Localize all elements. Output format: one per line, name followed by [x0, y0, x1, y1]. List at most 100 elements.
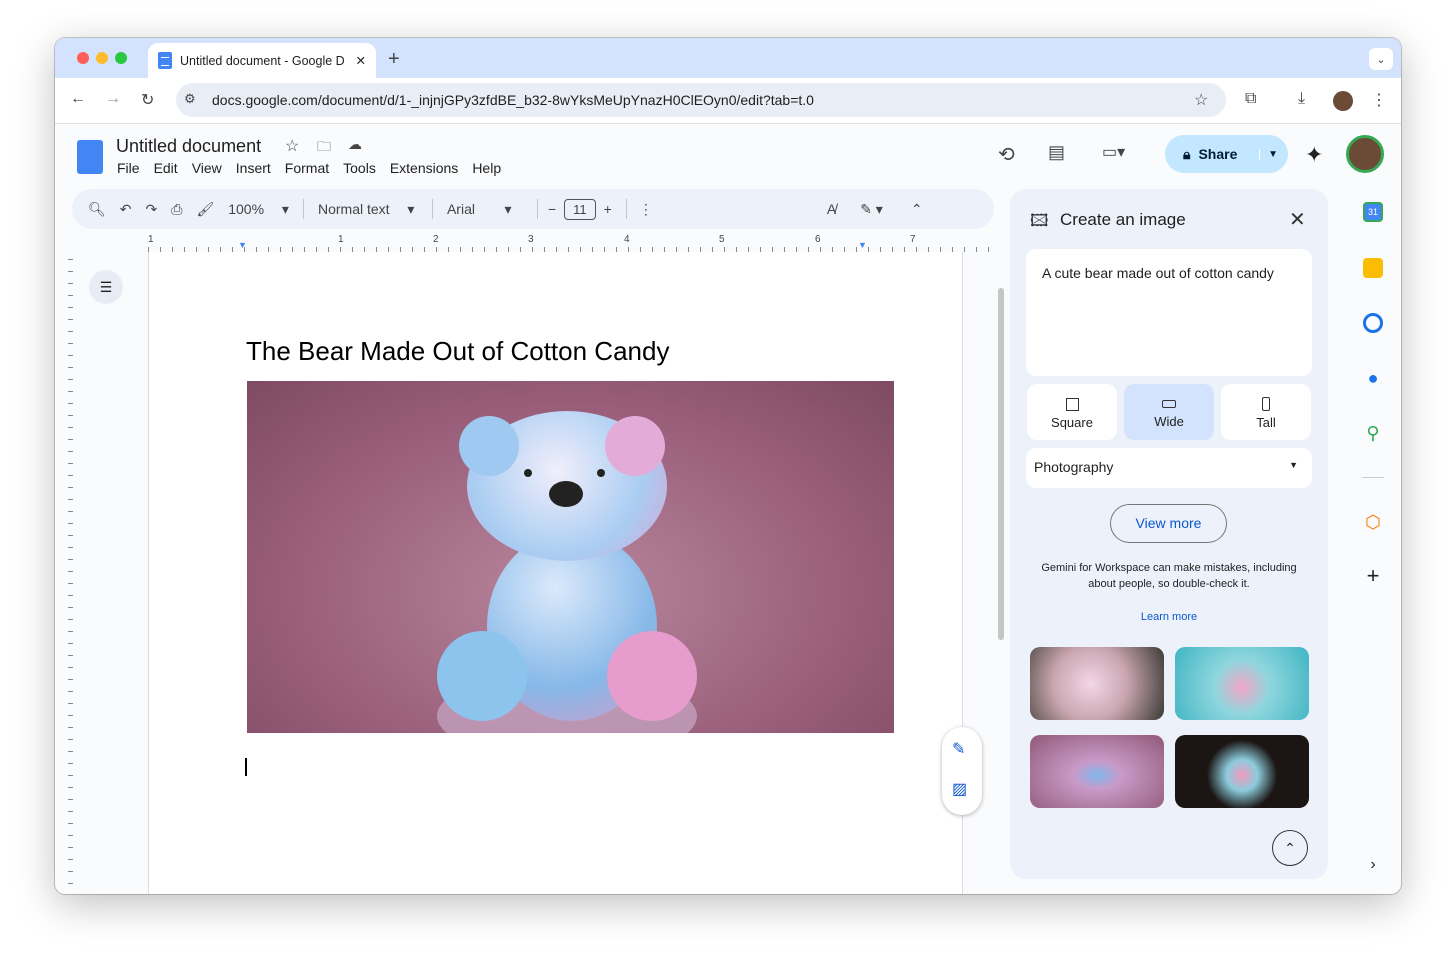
menu-file[interactable]: File [117, 160, 140, 176]
cloud-saved-icon[interactable]: ☁ [348, 136, 362, 153]
addon-icon[interactable]: ⬡ [1363, 512, 1383, 532]
bookmark-star-icon[interactable]: ☆ [1194, 90, 1208, 110]
style-value: Photography [1034, 459, 1114, 475]
prompt-input[interactable]: A cute bear made out of cotton candy [1026, 249, 1312, 376]
ruler-label: 1 [148, 234, 154, 245]
paint-format-icon[interactable]: 🖌︎ [196, 201, 214, 218]
generated-image-thumbnail[interactable] [1175, 647, 1309, 720]
create-image-panel: 🖾 Create an image ✕ A cute bear made out… [1010, 189, 1328, 879]
redo-icon[interactable]: ↷ [146, 201, 158, 218]
increase-font-size-icon[interactable]: + [604, 201, 612, 217]
shape-wide-button[interactable]: Wide [1124, 384, 1214, 440]
meet-icon[interactable]: ▭▾ [1102, 142, 1125, 162]
tab-search-icon[interactable]: ⌄ [1369, 48, 1393, 70]
shape-tall-button[interactable]: Tall [1221, 384, 1311, 440]
comments-icon[interactable]: ▤ [1048, 142, 1065, 163]
minimize-window-button[interactable] [96, 52, 108, 64]
profile-avatar[interactable] [1333, 91, 1353, 111]
document-outline-icon[interactable]: ☰ [89, 270, 123, 304]
reload-icon[interactable]: ↻ [141, 90, 154, 110]
tasks-icon[interactable] [1363, 313, 1383, 333]
url-input[interactable]: ⚙ docs.google.com/document/d/1-_injnjGPy… [176, 83, 1226, 117]
add-comment-icon[interactable]: ▨ [952, 779, 967, 799]
zoom-select[interactable]: 100% ▾ [228, 201, 289, 218]
star-icon[interactable]: ☆ [285, 136, 299, 156]
expand-rail-icon[interactable]: › [1363, 856, 1383, 876]
forward-icon[interactable]: → [105, 90, 121, 108]
ruler-label: 2 [433, 234, 439, 245]
shape-label: Wide [1154, 414, 1184, 429]
image-sparkle-icon: 🖾 [1030, 211, 1049, 230]
document-heading[interactable]: The Bear Made Out of Cotton Candy [246, 336, 669, 367]
generated-image-thumbnail[interactable] [1030, 647, 1164, 720]
download-icon[interactable]: ⤓ [1298, 90, 1305, 108]
document-page[interactable]: ☰ The Bear Made Out of Cotton Candy [89, 252, 963, 894]
calendar-icon[interactable]: 31 [1363, 202, 1383, 222]
menu-help[interactable]: Help [472, 160, 501, 176]
view-more-button[interactable]: View more [1110, 504, 1227, 543]
get-addons-icon[interactable]: + [1363, 565, 1383, 587]
undo-icon[interactable]: ↶ [120, 201, 132, 218]
new-tab-icon[interactable]: + [388, 48, 400, 71]
learn-more-link[interactable]: Learn more [1010, 611, 1328, 623]
formatting-toolbar: 🔍︎ ↶ ↷ ⎙ 🖌︎ 100% ▾ Normal text ▾ Arial ▾… [72, 189, 994, 229]
version-history-icon[interactable]: ⟲ [998, 142, 1015, 167]
scroll-up-button[interactable]: ⌃ [1272, 830, 1308, 866]
browser-tab[interactable]: Untitled document - Google D ✕ [148, 43, 376, 78]
document-title[interactable]: Untitled document [116, 136, 261, 157]
tab-bar: Untitled document - Google D ✕ + ⌄ [55, 38, 1401, 78]
shape-label: Tall [1256, 415, 1276, 430]
collapse-menus-icon[interactable]: ⌃ [911, 201, 923, 218]
share-dropdown-icon[interactable]: ▼ [1259, 148, 1278, 160]
right-indent-marker[interactable]: ▼ [858, 240, 867, 250]
font-select[interactable]: Arial ▾ [447, 201, 523, 218]
left-indent-marker[interactable]: ▼ [238, 240, 247, 250]
menu-edit[interactable]: Edit [154, 160, 178, 176]
close-window-button[interactable] [77, 52, 89, 64]
spellcheck-icon[interactable]: A̸ [827, 201, 836, 217]
shape-square-button[interactable]: Square [1027, 384, 1117, 440]
ruler-label: 1 [338, 234, 344, 245]
editing-mode-icon[interactable]: ✎ ▾ [860, 201, 883, 218]
font-size-input[interactable]: 11 [564, 198, 596, 220]
docs-header: Untitled document ☆ 🗀 ☁ File Edit View I… [55, 124, 1401, 188]
help-me-write-icon[interactable]: ✎ [952, 739, 965, 759]
maximize-window-button[interactable] [115, 52, 127, 64]
docs-logo-icon[interactable] [77, 140, 103, 174]
maps-icon[interactable]: ⚲ [1363, 423, 1383, 443]
cotton-candy-bear-image[interactable] [247, 381, 894, 733]
horizontal-ruler[interactable]: 1 1 2 3 4 5 6 7 ▼ ▼ [148, 234, 994, 252]
menu-extensions[interactable]: Extensions [390, 160, 458, 176]
panel-title: Create an image [1060, 210, 1186, 229]
account-avatar[interactable] [1346, 135, 1384, 173]
decrease-font-size-icon[interactable]: − [548, 201, 556, 217]
close-tab-icon[interactable]: ✕ [356, 53, 366, 68]
menu-insert[interactable]: Insert [236, 160, 271, 176]
extensions-icon[interactable]: ⧉ [1245, 90, 1256, 108]
share-label: Share [1198, 146, 1238, 162]
share-button[interactable]: 🔒︎ Share ▼ [1165, 135, 1288, 173]
print-icon[interactable]: ⎙ [171, 201, 182, 218]
contacts-icon[interactable]: ● [1363, 368, 1383, 388]
more-options-icon[interactable]: ⋮ [639, 201, 653, 218]
browser-menu-icon[interactable]: ⋮ [1371, 90, 1387, 110]
move-folder-icon[interactable]: 🗀 [317, 136, 331, 160]
generated-image-thumbnail[interactable] [1030, 735, 1164, 808]
shape-label: Square [1051, 415, 1093, 430]
close-panel-icon[interactable]: ✕ [1289, 207, 1306, 232]
keep-icon[interactable] [1363, 258, 1383, 278]
back-icon[interactable]: ← [70, 90, 86, 108]
side-apps-rail: 31 ● ⚲ ⬡ + › [1345, 188, 1401, 888]
menu-view[interactable]: View [192, 160, 222, 176]
style-select[interactable]: Normal text ▾ [318, 201, 418, 218]
menu-format[interactable]: Format [285, 160, 329, 176]
gemini-icon[interactable]: ✦ [1305, 142, 1323, 168]
document-scrollbar[interactable] [998, 288, 1004, 640]
style-dropdown[interactable]: Photography ▼ [1026, 448, 1312, 488]
search-menus-icon[interactable]: 🔍︎ [88, 201, 106, 218]
site-settings-icon[interactable]: ⚙ [184, 91, 196, 107]
generated-image-thumbnail[interactable] [1175, 735, 1309, 808]
menu-tools[interactable]: Tools [343, 160, 376, 176]
square-icon [1065, 398, 1079, 411]
ruler-label: 3 [528, 234, 534, 245]
